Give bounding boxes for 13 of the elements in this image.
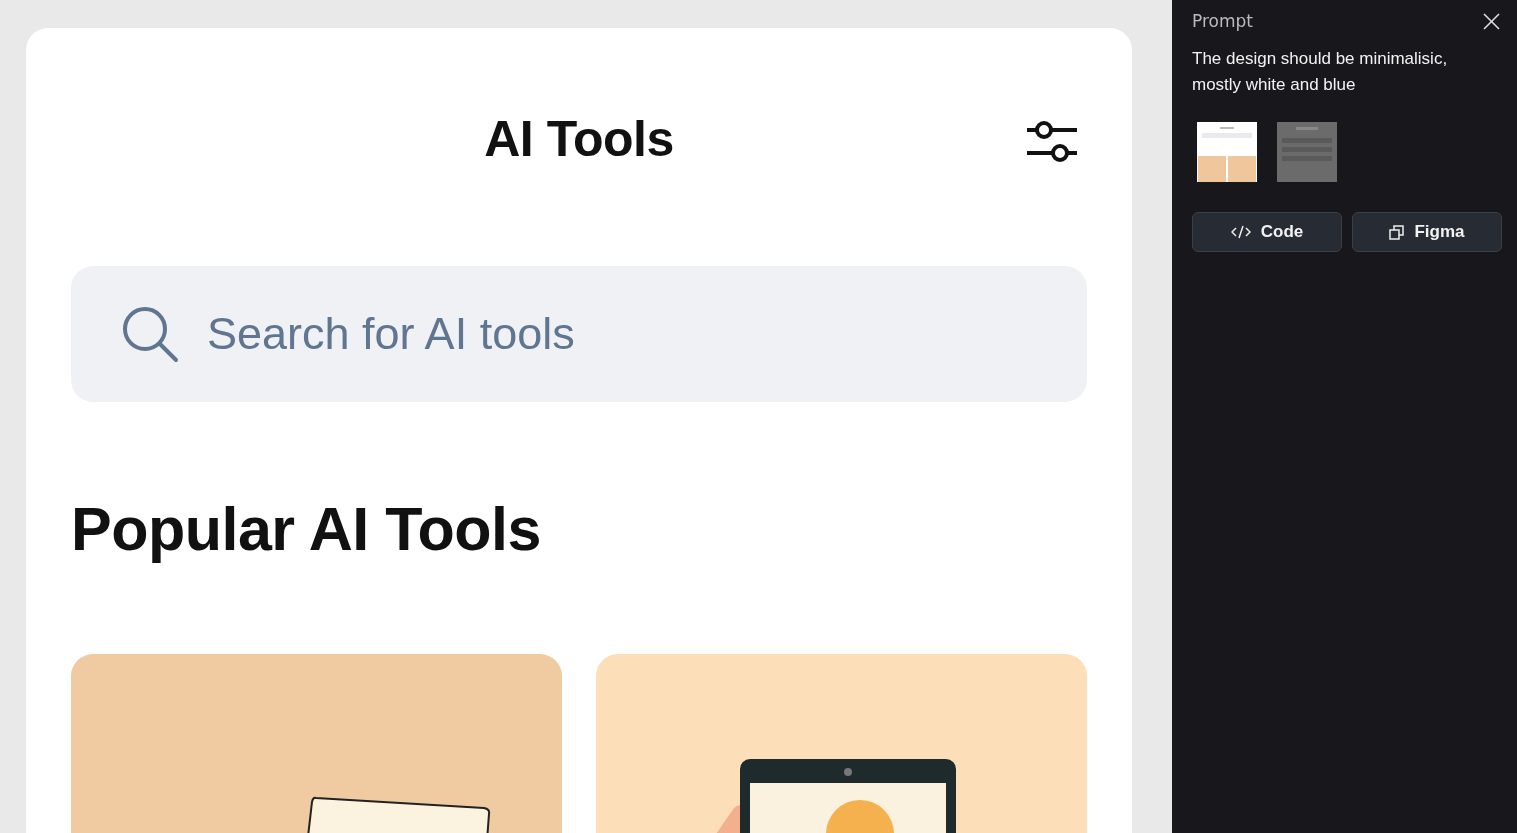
- design-thumbnail[interactable]: [1277, 122, 1337, 182]
- app-title: AI Tools: [484, 110, 674, 168]
- section-heading: Popular AI Tools: [71, 494, 542, 564]
- figma-button[interactable]: Figma: [1352, 212, 1502, 252]
- prompt-text: The design should be minimalisic, mostly white and blue: [1192, 48, 1449, 96]
- panel-label: Prompt: [1192, 11, 1253, 31]
- code-icon: [1230, 225, 1251, 239]
- copy-icon: [1389, 224, 1405, 240]
- search-field[interactable]: Search for AI tools: [71, 266, 1087, 402]
- code-button[interactable]: Code: [1192, 212, 1342, 252]
- filter-icon[interactable]: [1025, 120, 1079, 164]
- design-thumbnail[interactable]: [1197, 122, 1257, 182]
- close-icon[interactable]: [1483, 12, 1500, 30]
